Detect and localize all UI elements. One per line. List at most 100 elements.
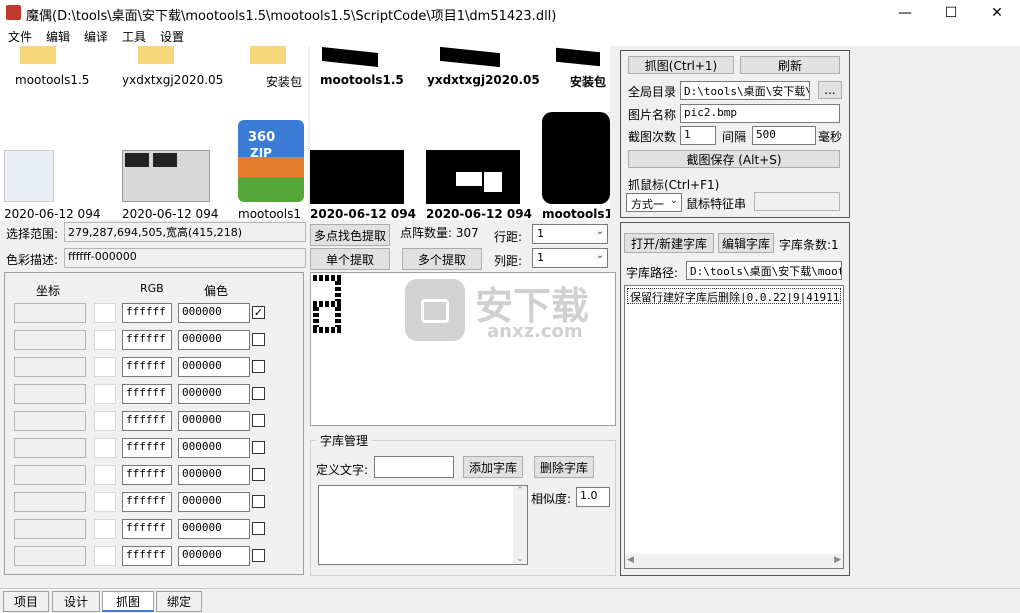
- rgb-input[interactable]: ffffff: [122, 330, 172, 350]
- app-icon: [6, 5, 21, 20]
- enable-checkbox[interactable]: ✓: [252, 306, 265, 319]
- range-label: 选择范围:: [6, 227, 59, 241]
- refresh-button[interactable]: 刷新: [740, 56, 840, 74]
- color-desc-field[interactable]: ffffff-000000: [64, 248, 306, 268]
- coord-field[interactable]: [14, 303, 86, 323]
- rgb-input[interactable]: ffffff: [122, 546, 172, 566]
- rgb-input[interactable]: ffffff: [122, 465, 172, 485]
- coord-field[interactable]: [14, 546, 86, 566]
- delete-library-button[interactable]: 删除字库: [534, 456, 594, 478]
- offset-input[interactable]: 000000: [178, 546, 250, 566]
- rgb-input[interactable]: ffffff: [122, 303, 172, 323]
- menu-settings[interactable]: 设置: [160, 28, 184, 45]
- rgb-input[interactable]: ffffff: [122, 519, 172, 539]
- coord-field[interactable]: [14, 465, 86, 485]
- screenshot-preview[interactable]: mootools1.5 yxdxtxgj2020.05 安装包 360 ZIP …: [0, 46, 308, 220]
- thumb-label: 2020-06-12 094: [4, 207, 101, 220]
- image-thumbnail: [542, 112, 610, 204]
- interval-input[interactable]: 500: [752, 126, 816, 145]
- enable-checkbox[interactable]: [252, 441, 265, 454]
- multi-extract-button[interactable]: 多个提取: [402, 248, 482, 270]
- single-extract-button[interactable]: 单个提取: [310, 248, 390, 270]
- save-capture-button[interactable]: 截图保存 (Alt+S): [628, 150, 840, 168]
- tab-capture[interactable]: 抓图: [102, 591, 154, 612]
- offset-input[interactable]: 000000: [178, 357, 250, 377]
- enable-checkbox[interactable]: [252, 387, 265, 400]
- similarity-input[interactable]: 1.0: [576, 487, 610, 507]
- coord-field[interactable]: [14, 411, 86, 431]
- menu-tools[interactable]: 工具: [122, 28, 146, 45]
- offset-input[interactable]: 000000: [178, 519, 250, 539]
- offset-input[interactable]: 000000: [178, 411, 250, 431]
- rgb-input[interactable]: ffffff: [122, 438, 172, 458]
- coord-field[interactable]: [14, 438, 86, 458]
- chevron-down-icon: ⌄: [595, 226, 604, 237]
- enable-checkbox[interactable]: [252, 414, 265, 427]
- dot-matrix-preview[interactable]: 安下载 anxz.com: [310, 272, 616, 426]
- color-swatch: [94, 357, 116, 377]
- minimize-icon[interactable]: —: [882, 0, 928, 26]
- tab-design[interactable]: 设计: [52, 591, 100, 612]
- maximize-icon[interactable]: ☐: [928, 0, 974, 26]
- enable-checkbox[interactable]: [252, 333, 265, 346]
- mouse-feature-field[interactable]: [754, 192, 840, 211]
- enable-checkbox[interactable]: [252, 468, 265, 481]
- offset-input[interactable]: 000000: [178, 330, 250, 350]
- coord-field[interactable]: [14, 519, 86, 539]
- menu-file[interactable]: 文件: [8, 28, 32, 45]
- col-gap-select[interactable]: 1 ⌄: [532, 248, 608, 268]
- thumb-label: mootools1.5: [320, 73, 404, 87]
- image-thumbnail: [426, 150, 520, 204]
- offset-input[interactable]: 000000: [178, 465, 250, 485]
- capture-count-input[interactable]: 1: [680, 126, 716, 145]
- color-swatch: [94, 303, 116, 323]
- row-gap-select[interactable]: 1 ⌄: [532, 224, 608, 244]
- library-textarea[interactable]: ⌃ ⌄: [318, 485, 528, 565]
- define-text-input[interactable]: [374, 456, 454, 478]
- coord-field[interactable]: [14, 384, 86, 404]
- enable-checkbox[interactable]: [252, 549, 265, 562]
- chevron-down-icon: ⌄: [669, 195, 678, 206]
- capture-button[interactable]: 抓图(Ctrl+1): [628, 56, 734, 74]
- thumb-label: 安装包: [266, 75, 303, 89]
- offset-input[interactable]: 000000: [178, 384, 250, 404]
- dict-list[interactable]: 保留行建好字库后删除|0.0.22|9|41911 ◀ ▶: [624, 285, 844, 569]
- color-swatch: [94, 519, 116, 539]
- menu-edit[interactable]: 编辑: [46, 28, 70, 45]
- row-gap-label: 行距:: [494, 230, 523, 244]
- edit-dict-button[interactable]: 编辑字库: [718, 233, 774, 253]
- scrollbar[interactable]: ⌃ ⌄: [513, 486, 527, 564]
- rgb-input[interactable]: ffffff: [122, 384, 172, 404]
- rgb-input[interactable]: ffffff: [122, 357, 172, 377]
- menu-compile[interactable]: 编译: [84, 28, 108, 45]
- enable-checkbox[interactable]: [252, 495, 265, 508]
- list-item[interactable]: 保留行建好字库后删除|0.0.22|9|41911: [627, 288, 841, 304]
- scrollbar[interactable]: ◀ ▶: [625, 554, 843, 568]
- offset-input[interactable]: 000000: [178, 492, 250, 512]
- offset-input[interactable]: 000000: [178, 303, 250, 323]
- coord-field[interactable]: [14, 330, 86, 350]
- enable-checkbox[interactable]: [252, 522, 265, 535]
- mode-select[interactable]: 方式一 ⌄: [626, 193, 682, 212]
- range-field[interactable]: 279,287,694,505,宽高(415,218): [64, 222, 306, 242]
- multi-color-extract-button[interactable]: 多点找色提取: [310, 224, 390, 246]
- interval-label: 间隔: [722, 130, 747, 144]
- tab-project[interactable]: 项目: [3, 591, 49, 612]
- image-name-input[interactable]: pic2.bmp: [680, 104, 840, 123]
- binarized-preview[interactable]: mootools1.5 yxdxtxgj2020.05 安装包 2020-06-…: [310, 46, 610, 220]
- open-dict-button[interactable]: 打开/新建字库: [624, 233, 714, 253]
- tab-bind[interactable]: 绑定: [156, 591, 202, 612]
- enable-checkbox[interactable]: [252, 360, 265, 373]
- dir-input[interactable]: D:\tools\桌面\安下载\: [680, 81, 810, 100]
- coord-field[interactable]: [14, 357, 86, 377]
- close-icon[interactable]: ✕: [974, 0, 1020, 26]
- browse-button[interactable]: ...: [818, 81, 842, 99]
- title-bar: 魔偶(D:\tools\桌面\安下载\mootools1.5\mootools1…: [0, 0, 1020, 26]
- offset-input[interactable]: 000000: [178, 438, 250, 458]
- rgb-input[interactable]: ffffff: [122, 492, 172, 512]
- rgb-input[interactable]: ffffff: [122, 411, 172, 431]
- color-swatch: [94, 465, 116, 485]
- add-library-button[interactable]: 添加字库: [463, 456, 523, 478]
- dict-path-input[interactable]: D:\tools\桌面\安下载\moot: [686, 261, 842, 280]
- coord-field[interactable]: [14, 492, 86, 512]
